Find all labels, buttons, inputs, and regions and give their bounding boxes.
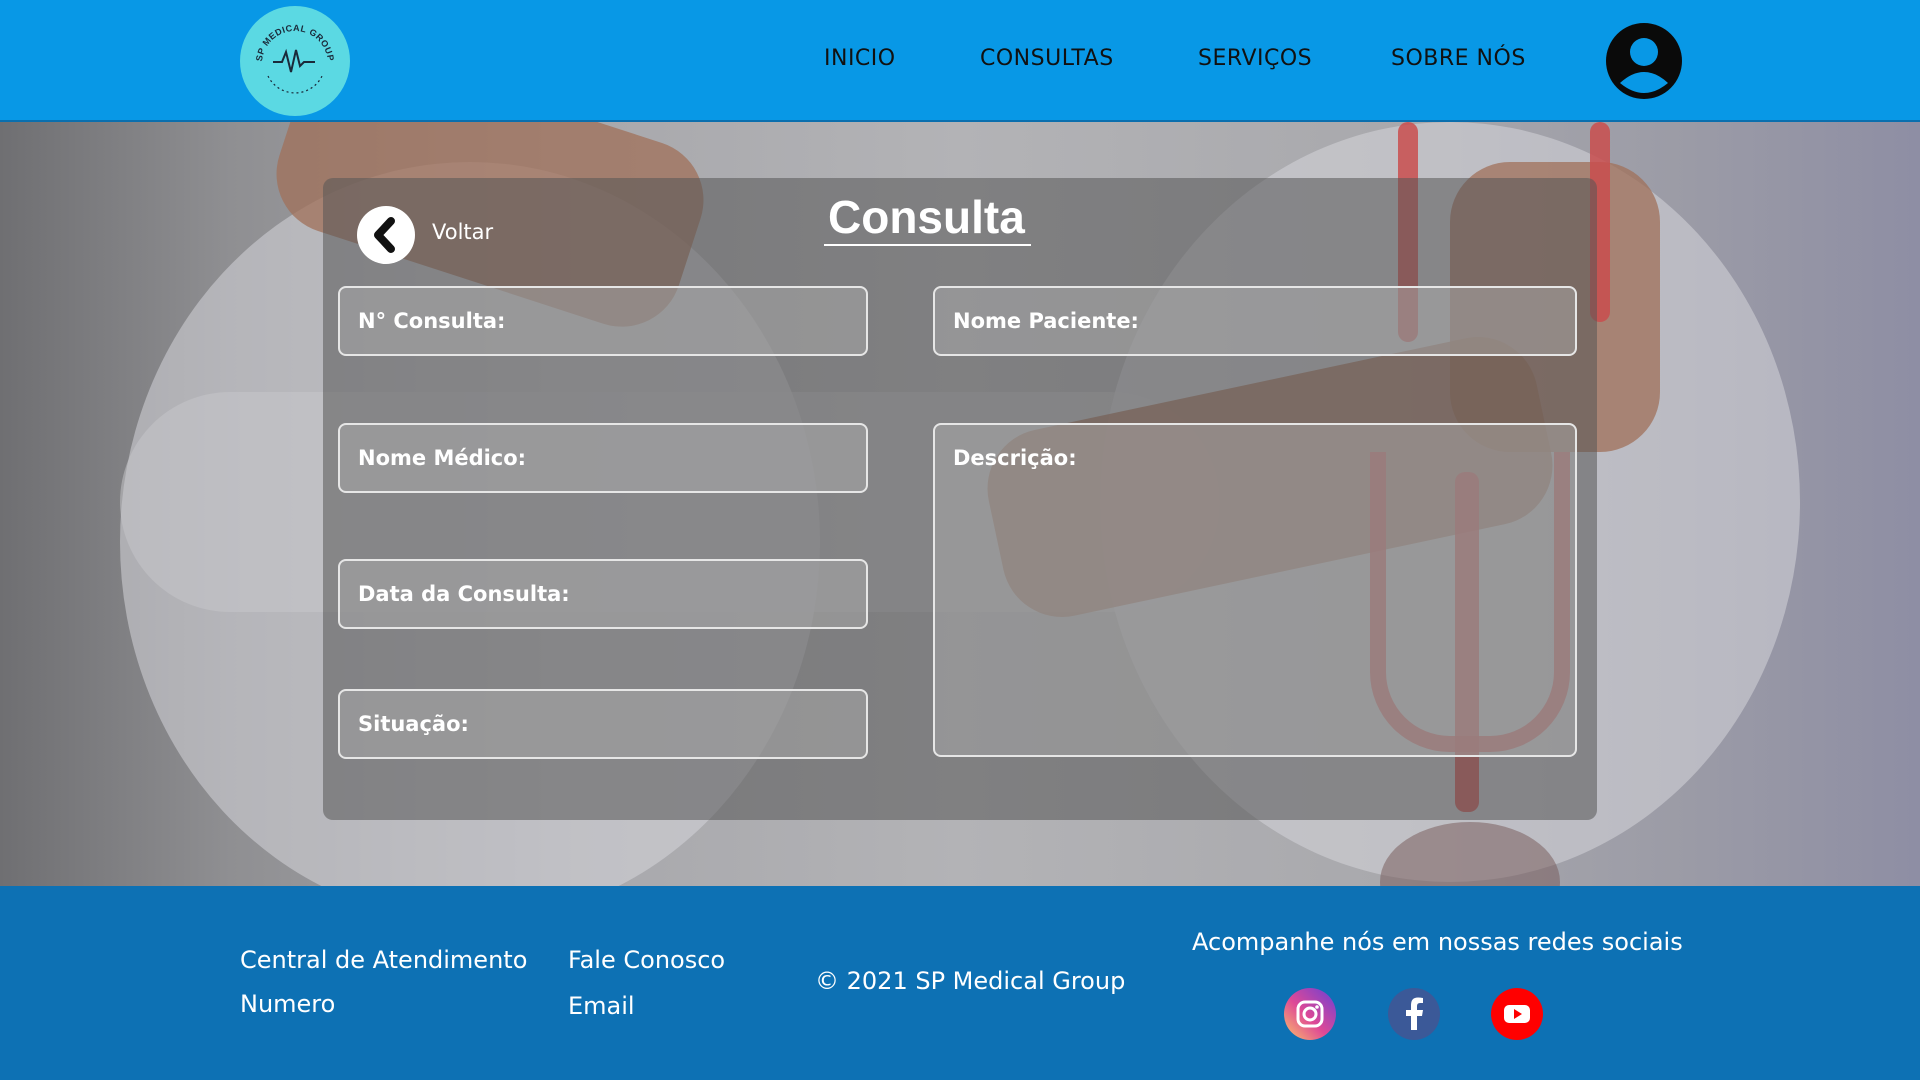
descricao-textarea[interactable]: Descrição: xyxy=(933,423,1577,757)
page-title: Consulta xyxy=(824,190,1031,246)
numero-consulta-field[interactable]: N° Consulta: xyxy=(338,286,868,356)
instagram-icon[interactable] xyxy=(1284,988,1336,1040)
field-label: Descrição: xyxy=(953,446,1077,470)
nav-item-inicio[interactable]: INICIO xyxy=(824,46,896,71)
chevron-left-icon xyxy=(374,217,395,253)
numero-text: Numero xyxy=(240,990,336,1018)
field-label: Nome Paciente: xyxy=(953,309,1139,333)
central-atendimento-link[interactable]: Central de Atendimento xyxy=(240,946,527,974)
nome-medico-field[interactable]: Nome Médico: xyxy=(338,423,868,493)
nav-item-servicos[interactable]: SERVIÇOS xyxy=(1198,46,1312,71)
user-avatar-icon[interactable] xyxy=(1606,23,1682,99)
sp-medical-group-logo[interactable]: SP MEDICAL GROUP xyxy=(240,6,350,116)
nav-item-consultas[interactable]: CONSULTAS xyxy=(980,46,1114,71)
field-label: Nome Médico: xyxy=(358,446,527,470)
top-nav-bar: SP MEDICAL GROUP INICIO CONSULTAS SERVIÇ… xyxy=(0,0,1920,122)
youtube-icon[interactable] xyxy=(1491,988,1543,1040)
back-label[interactable]: Voltar xyxy=(432,220,493,244)
fale-conosco-link[interactable]: Fale Conosco xyxy=(568,946,725,974)
social-title: Acompanhe nós em nossas redes sociais xyxy=(1192,928,1683,956)
data-consulta-field[interactable]: Data da Consulta: xyxy=(338,559,868,629)
nav-item-sobre-nos[interactable]: SOBRE NÓS xyxy=(1391,46,1526,71)
field-label: Situação: xyxy=(358,712,469,736)
field-label: N° Consulta: xyxy=(358,309,506,333)
email-link[interactable]: Email xyxy=(568,992,635,1020)
facebook-icon[interactable] xyxy=(1388,988,1440,1040)
back-button[interactable] xyxy=(357,206,415,264)
nome-paciente-field[interactable]: Nome Paciente: xyxy=(933,286,1577,356)
copyright-text: © 2021 SP Medical Group xyxy=(815,967,1126,995)
field-label: Data da Consulta: xyxy=(358,582,570,606)
footer: Central de Atendimento Numero Fale Conos… xyxy=(0,886,1920,1080)
situacao-field[interactable]: Situação: xyxy=(338,689,868,759)
